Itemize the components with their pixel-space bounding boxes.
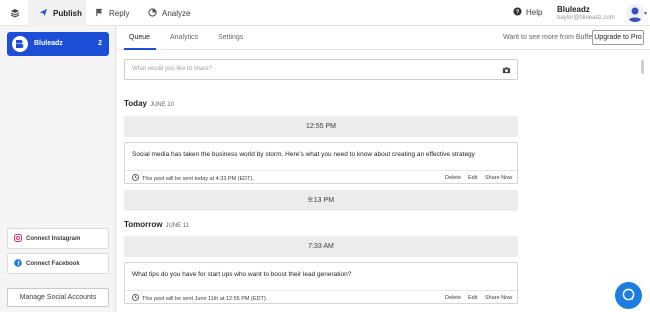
account-email: baylor@bluleadz.com: [557, 15, 615, 21]
empty-time-slot[interactable]: 7:33 AM: [124, 236, 518, 257]
tab-analytics[interactable]: Analytics: [170, 34, 198, 41]
account-name: Bluleadz: [557, 5, 590, 14]
post-text: What tips do you have for start ups who …: [132, 271, 352, 278]
nav-tab-label: Publish: [53, 8, 82, 18]
main-content: Queue Analytics Settings Want to see mor…: [117, 26, 650, 312]
nav-tab-publish[interactable]: Publish: [28, 0, 86, 26]
sidebar: Bluleadz 2 Connect Instagram f Connect F…: [0, 26, 116, 312]
paper-plane-icon: [39, 8, 48, 19]
post-composer[interactable]: What would you like to share?: [124, 59, 518, 80]
tab-settings[interactable]: Settings: [218, 34, 243, 41]
sidebar-profile-bluleadz[interactable]: Bluleadz 2: [7, 32, 109, 56]
instagram-icon: [14, 233, 22, 244]
connect-facebook-button[interactable]: f Connect Facebook: [7, 253, 109, 274]
nav-tab-label: Reply: [109, 8, 130, 18]
help-label: Help: [526, 8, 543, 17]
top-bar: Publish Reply Analyze ? Help Bluleadz ba…: [0, 0, 650, 26]
edit-button[interactable]: Edit: [468, 175, 477, 181]
day-heading-today: Today JUNE 10: [124, 99, 174, 108]
post-schedule: This post will be sent today at 4:33 PM …: [132, 174, 254, 183]
day-date: JUNE 10: [149, 102, 174, 108]
post-schedule-text: This post will be sent today at 4:33 PM …: [142, 175, 254, 182]
camera-icon[interactable]: [502, 66, 511, 76]
delete-button[interactable]: Delete: [445, 295, 461, 301]
question-circle-icon: ?: [513, 7, 522, 18]
upsell-text: Want to see more from Buffer?: [503, 34, 599, 41]
avatar[interactable]: [626, 4, 644, 22]
clock-icon: [132, 174, 139, 183]
profile-name: Bluleadz: [34, 40, 63, 47]
post-footer: This post will be sent today at 4:33 PM …: [125, 170, 517, 184]
day-heading-tomorrow: Tomorrow JUNE 11: [124, 220, 189, 229]
connect-instagram-button[interactable]: Connect Instagram: [7, 228, 109, 249]
queued-post[interactable]: What tips do you have for start ups who …: [124, 262, 518, 304]
tab-queue[interactable]: Queue: [129, 34, 150, 41]
chat-bubble-icon: [622, 288, 635, 303]
profile-queue-count: 2: [98, 40, 102, 47]
help-button[interactable]: ? Help: [513, 7, 542, 18]
upgrade-to-pro-button[interactable]: Upgrade to Pro: [592, 30, 644, 45]
subtab-bar: Queue Analytics Settings Want to see mor…: [117, 26, 650, 50]
post-schedule: This post will be sent June 11th at 12:5…: [132, 294, 267, 303]
empty-time-slot[interactable]: 9:13 PM: [124, 190, 518, 211]
nav-tab-reply[interactable]: Reply: [95, 0, 129, 26]
profile-avatar: [12, 36, 28, 52]
post-footer: This post will be sent June 11th at 12:5…: [125, 290, 517, 304]
reply-flag-icon: [95, 8, 104, 19]
post-text: Social media has taken the business worl…: [132, 151, 475, 158]
buffer-logo-icon[interactable]: [9, 7, 21, 19]
chat-support-button[interactable]: [615, 282, 642, 309]
edit-button[interactable]: Edit: [468, 295, 477, 301]
day-label: Tomorrow: [124, 220, 163, 229]
empty-time-slot[interactable]: 12:55 PM: [124, 116, 518, 137]
pie-chart-icon: [148, 7, 157, 19]
delete-button[interactable]: Delete: [445, 175, 461, 181]
post-schedule-text: This post will be sent June 11th at 12:5…: [142, 295, 268, 302]
composer-placeholder: What would you like to share?: [132, 66, 213, 72]
nav-tab-label: Analyze: [162, 8, 191, 18]
day-label: Today: [124, 99, 147, 108]
svg-text:?: ?: [516, 10, 520, 16]
day-date: JUNE 11: [165, 223, 190, 229]
chevron-down-icon[interactable]: ▼: [643, 11, 648, 17]
manage-social-accounts-button[interactable]: Manage Social Accounts: [7, 288, 109, 307]
connect-instagram-label: Connect Instagram: [26, 235, 81, 242]
clock-icon: [132, 294, 139, 303]
active-tab-underline: [124, 48, 156, 50]
connect-facebook-label: Connect Facebook: [26, 260, 80, 267]
share-now-button[interactable]: Share Now: [485, 295, 512, 301]
scrollbar[interactable]: [641, 60, 644, 74]
queued-post[interactable]: Social media has taken the business worl…: [124, 142, 518, 184]
share-now-button[interactable]: Share Now: [485, 175, 512, 181]
nav-tab-analyze[interactable]: Analyze: [148, 0, 190, 26]
facebook-icon: f: [14, 258, 22, 269]
